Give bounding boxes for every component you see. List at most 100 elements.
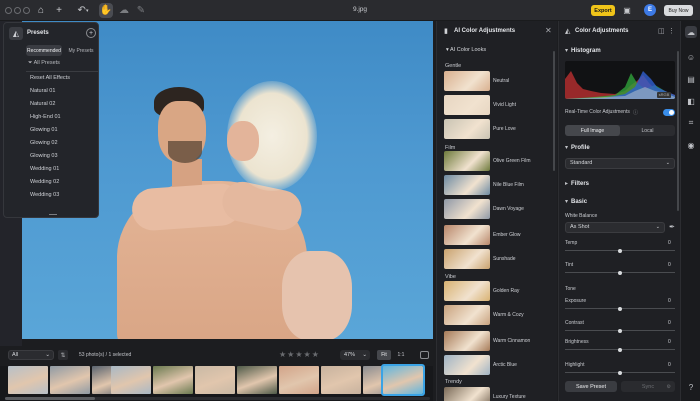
retouch-tool-icon[interactable]: ☁ <box>118 3 130 18</box>
look-thumbnail[interactable] <box>444 249 490 269</box>
look-thumbnail[interactable] <box>444 225 490 245</box>
histogram-header[interactable]: ▾ Histogram <box>565 47 601 54</box>
look-label[interactable]: Pure Love <box>493 126 516 132</box>
slider-knob[interactable] <box>618 347 622 352</box>
thumbnail-scrollbar-knob[interactable] <box>5 397 95 400</box>
slider-value[interactable]: 0 <box>668 262 671 268</box>
slider-knob[interactable] <box>618 370 622 375</box>
tab-full-image[interactable]: Full Image <box>565 125 620 136</box>
preset-item[interactable]: Reset All Effects <box>30 75 70 81</box>
close-window-button[interactable] <box>5 7 12 14</box>
help-icon[interactable]: ? <box>685 381 697 393</box>
tab-recommended[interactable]: Recommended <box>26 45 62 56</box>
photo-thumbnail[interactable] <box>321 366 361 394</box>
slider-knob[interactable] <box>618 328 622 333</box>
basic-header[interactable]: ▾ Basic <box>565 198 587 205</box>
close-icon[interactable]: ✕ <box>545 26 552 35</box>
look-thumbnail[interactable] <box>444 119 490 139</box>
look-thumbnail[interactable] <box>444 71 490 91</box>
look-thumbnail[interactable] <box>444 175 490 195</box>
buy-now-button[interactable]: Buy Now <box>664 5 693 16</box>
ai-panel-scrollbar[interactable] <box>553 51 555 171</box>
look-thumbnail[interactable] <box>444 151 490 171</box>
look-label[interactable]: Arctic Blue <box>493 362 517 368</box>
look-thumbnail[interactable] <box>444 355 490 375</box>
sync-button[interactable]: Sync ⚙ <box>621 381 675 392</box>
realtime-toggle[interactable] <box>663 109 675 116</box>
info-icon[interactable]: ⓘ <box>633 109 638 116</box>
hand-tool-icon[interactable]: ✋ <box>99 3 113 18</box>
add-preset-icon[interactable]: + <box>86 28 96 38</box>
zoom-select[interactable]: 47% ⌄ <box>340 350 370 360</box>
photo-thumbnail[interactable] <box>8 366 48 394</box>
preset-item[interactable]: High-End 01 <box>30 114 61 120</box>
slider-value[interactable]: 0 <box>668 339 671 345</box>
profile-select[interactable]: Standard ⌄ <box>565 158 675 169</box>
look-label[interactable]: Dawn Voyage <box>493 206 524 212</box>
crop-icon[interactable]: ⌗ <box>685 117 697 129</box>
undo-icon[interactable]: ↶ ▾ <box>74 3 92 18</box>
slider-value[interactable]: 0 <box>668 362 671 368</box>
photo-thumbnail[interactable] <box>237 366 277 394</box>
preset-item[interactable]: Wedding 02 <box>30 179 59 185</box>
brush-tool-icon[interactable]: ✎ <box>135 3 147 18</box>
look-thumbnail[interactable] <box>444 387 490 401</box>
filters-header[interactable]: ▸ Filters <box>565 180 589 187</box>
more-icon[interactable]: ⋮ <box>668 27 675 35</box>
white-balance-select[interactable]: As Shot ⌄ <box>565 222 665 233</box>
layers-icon[interactable]: ▤ <box>685 73 697 85</box>
minimize-window-button[interactable] <box>14 7 21 14</box>
look-label[interactable]: Golden Ray <box>493 288 519 294</box>
add-icon[interactable]: + <box>53 3 65 18</box>
photo-thumbnail[interactable] <box>381 364 425 396</box>
look-thumbnail[interactable] <box>444 305 490 325</box>
save-preset-button[interactable]: Save Preset <box>565 381 617 392</box>
fit-button[interactable]: Fit <box>377 350 391 360</box>
look-thumbnail[interactable] <box>444 95 490 115</box>
avatar[interactable]: E <box>644 4 656 16</box>
look-label[interactable]: Vivid Light <box>493 102 516 108</box>
slider-knob[interactable] <box>618 248 622 253</box>
camera-icon[interactable]: ◉ <box>685 139 697 151</box>
photo-thumbnail[interactable] <box>153 366 193 394</box>
preset-item[interactable]: Wedding 03 <box>30 192 59 198</box>
color-adjust-tool-icon[interactable]: ☁ <box>685 26 697 38</box>
maximize-window-button[interactable] <box>23 7 30 14</box>
photo-thumbnail[interactable] <box>195 366 235 394</box>
photo-thumbnail[interactable] <box>111 366 151 394</box>
compare-icon[interactable] <box>420 351 429 359</box>
slider-value[interactable]: 0 <box>668 298 671 304</box>
eyedropper-icon[interactable]: ✒ <box>669 223 675 231</box>
look-thumbnail[interactable] <box>444 199 490 219</box>
adjust-icon[interactable]: ◧ <box>685 95 697 107</box>
slider-knob[interactable] <box>618 270 622 275</box>
ai-looks-header[interactable]: ▾ AI Color Looks <box>446 47 486 53</box>
slider-value[interactable]: 0 <box>668 320 671 326</box>
sync-settings-icon[interactable]: ⚙ <box>667 384 671 390</box>
retouch-panel-icon[interactable]: ☺ <box>685 51 697 63</box>
look-label[interactable]: Olive Green Film <box>493 158 531 164</box>
preset-item[interactable]: Glowing 01 <box>30 127 58 133</box>
look-thumbnail[interactable] <box>444 281 490 301</box>
filter-select[interactable]: All ⌄ <box>8 350 54 360</box>
slider-value[interactable]: 0 <box>668 240 671 246</box>
color-panel-scrollbar[interactable] <box>677 51 679 211</box>
photo-thumbnail[interactable] <box>50 366 90 394</box>
preset-item[interactable]: Glowing 03 <box>30 153 58 159</box>
panel-layout-icon[interactable]: ◫ <box>658 27 665 35</box>
preset-item[interactable]: Natural 01 <box>30 88 55 94</box>
preset-item[interactable]: Natural 02 <box>30 101 55 107</box>
photo-thumbnail[interactable] <box>279 366 319 394</box>
look-label[interactable]: Warm Cinnamon <box>493 338 530 344</box>
look-thumbnail[interactable] <box>444 331 490 351</box>
look-label[interactable]: Neutral <box>493 78 509 84</box>
preset-item[interactable]: Wedding 01 <box>30 166 59 172</box>
panel-icon[interactable]: ▣ <box>621 3 633 18</box>
look-label[interactable]: Sunshade <box>493 256 516 262</box>
slider-knob[interactable] <box>618 306 622 311</box>
preset-item[interactable]: Glowing 02 <box>30 140 58 146</box>
tab-local[interactable]: Local <box>620 125 675 136</box>
look-label[interactable]: Luxury Texture <box>493 394 526 400</box>
look-label[interactable]: Nile Blue Film <box>493 182 524 188</box>
sort-icon[interactable]: ⇅ <box>58 350 68 360</box>
